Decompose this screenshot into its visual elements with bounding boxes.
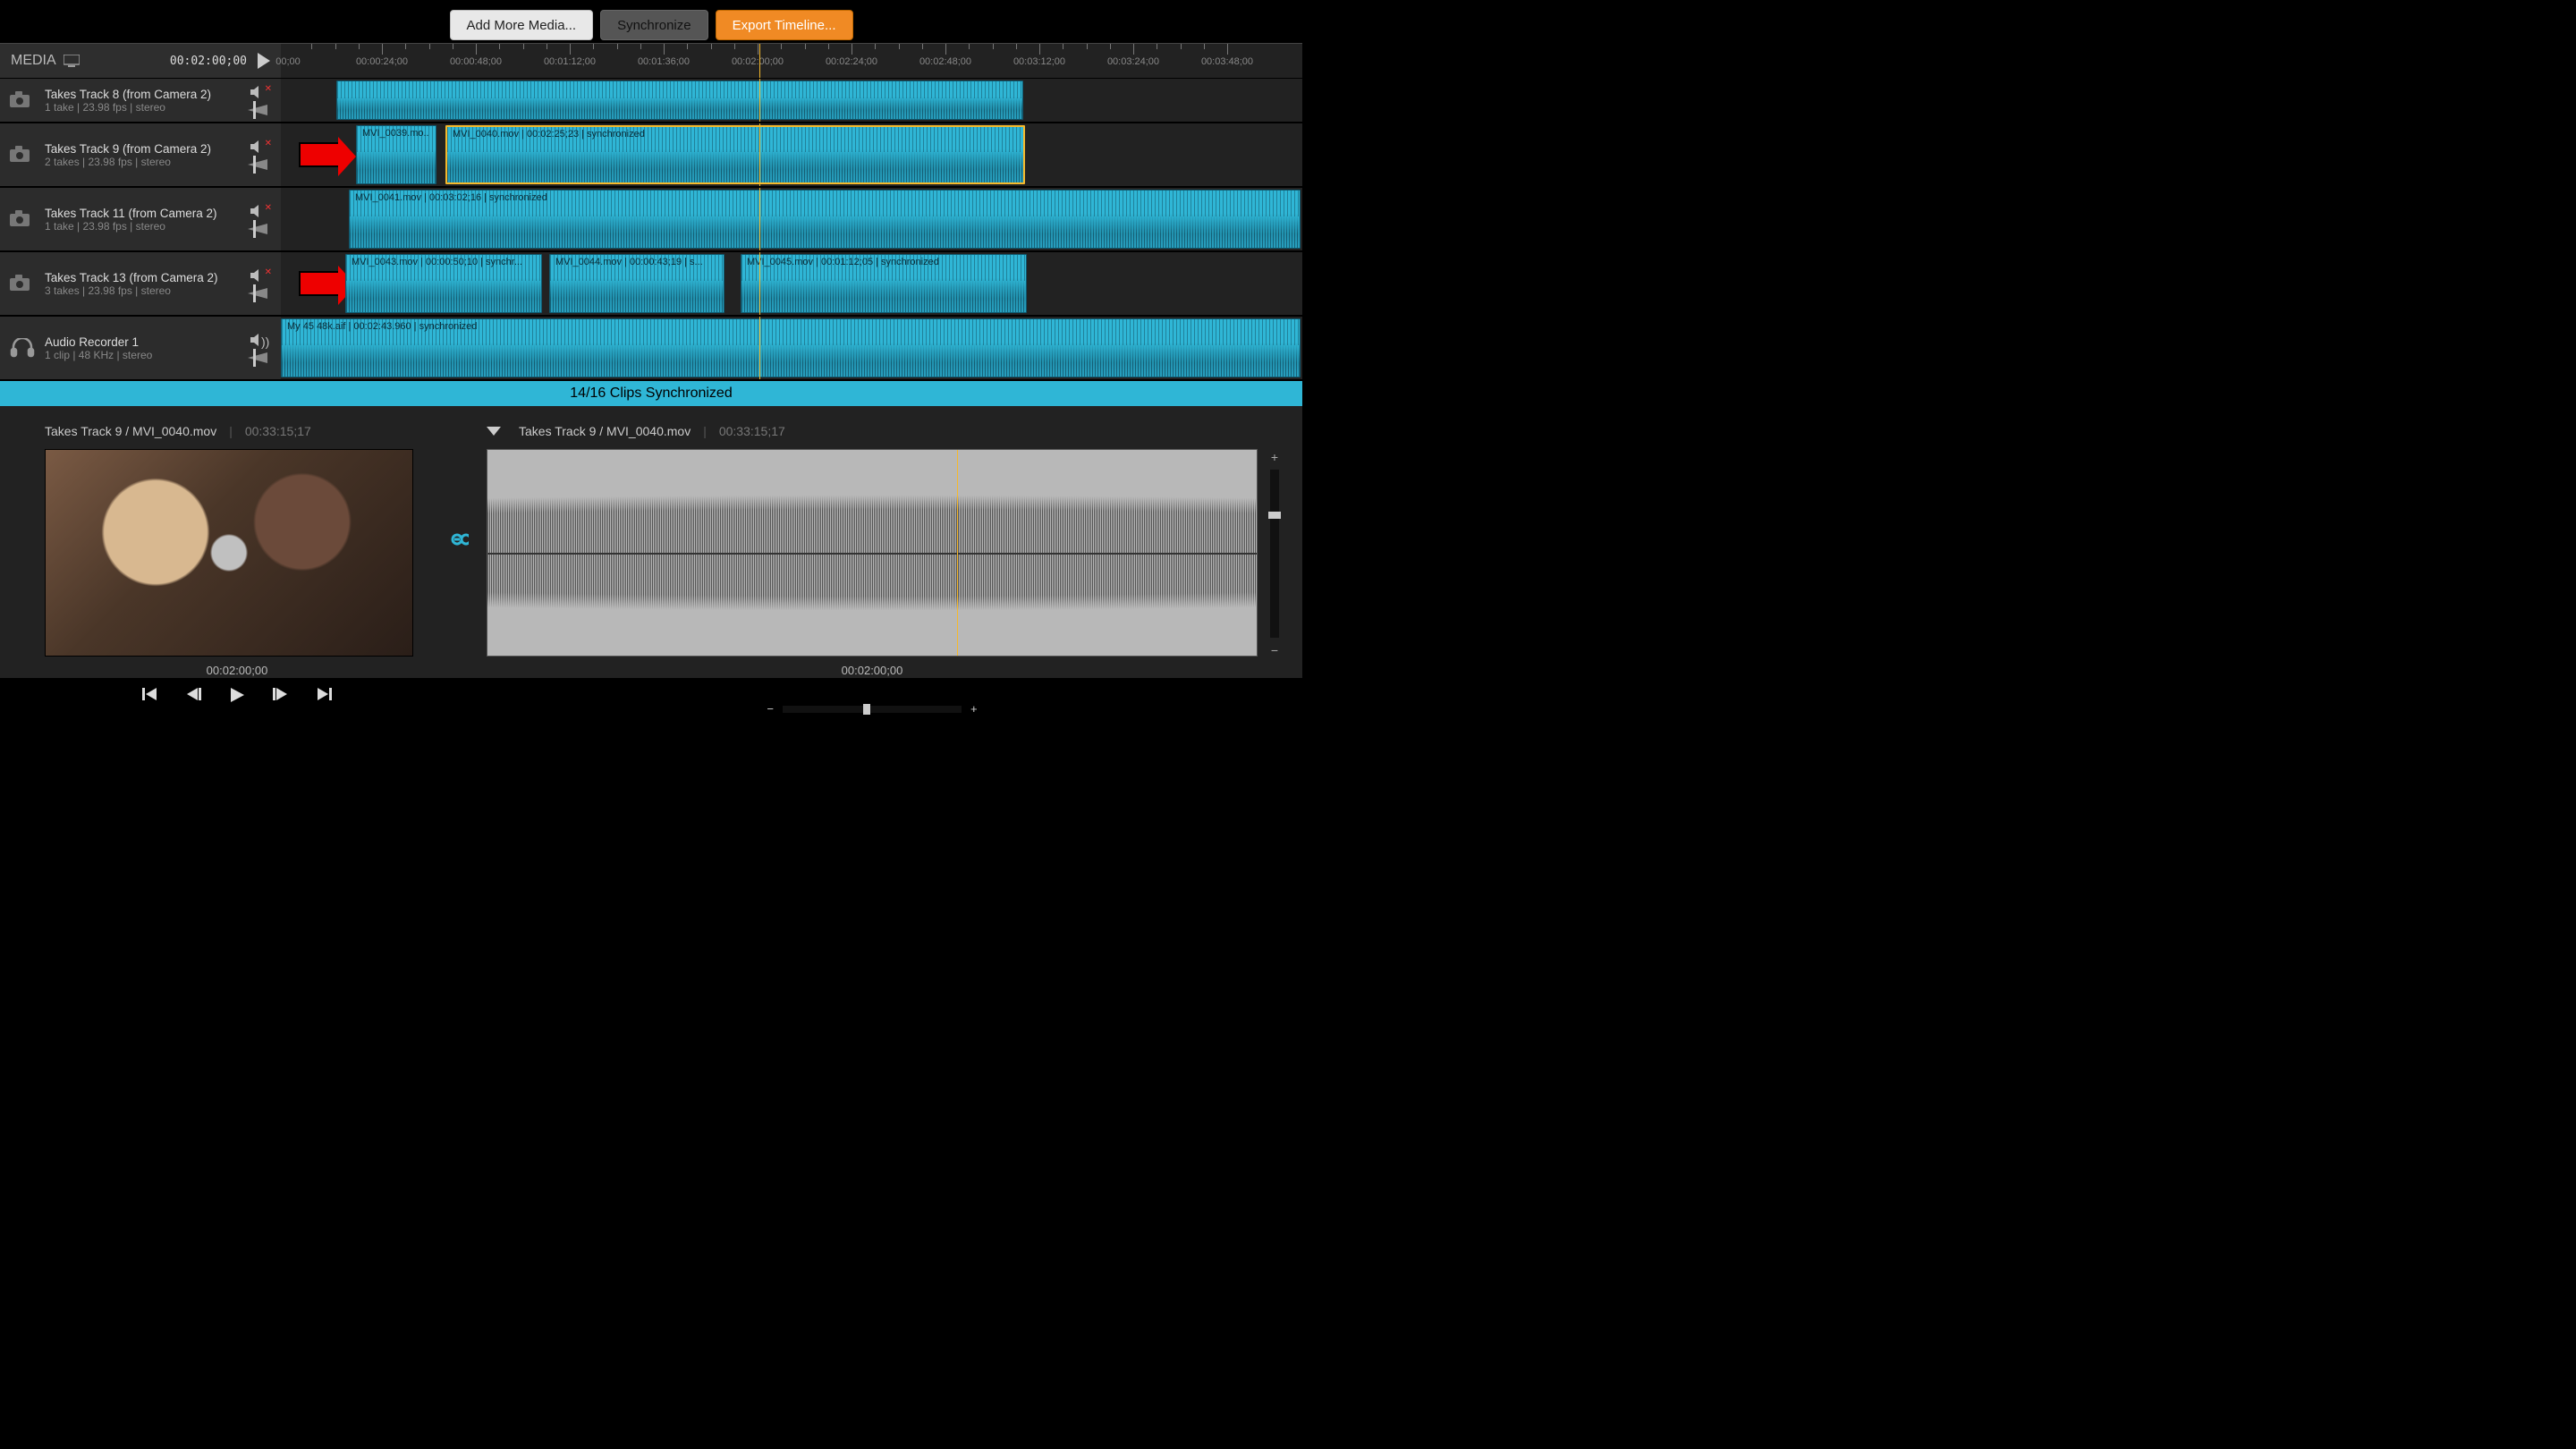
mute-icon[interactable]: ✕ [250, 205, 265, 220]
headphones-icon [9, 337, 36, 359]
track-subtitle: 1 take | 23.98 fps | stereo [45, 101, 234, 114]
clip[interactable]: MVI_0045.mov | 00:01:12;05 | synchronize… [741, 254, 1027, 313]
volume-slider[interactable] [248, 224, 267, 234]
zoom-in-v[interactable]: + [1271, 450, 1278, 464]
video-preview[interactable] [45, 449, 413, 657]
track-row: Takes Track 9 (from Camera 2)2 takes | 2… [0, 123, 1302, 188]
detail-title: Takes Track 9 / MVI_0040.mov [519, 424, 691, 438]
mute-icon[interactable]: ✕ [250, 269, 265, 284]
track-playhead[interactable] [759, 252, 760, 315]
link-icon[interactable] [445, 531, 469, 552]
step-fwd-button[interactable] [273, 686, 289, 707]
detail-playhead[interactable] [957, 450, 958, 656]
track-subtitle: 2 takes | 23.98 fps | stereo [45, 156, 234, 168]
track-header[interactable]: Takes Track 13 (from Camera 2)3 takes | … [0, 252, 281, 315]
track-header[interactable]: Takes Track 11 (from Camera 2)1 take | 2… [0, 188, 281, 250]
track-header[interactable]: Takes Track 8 (from Camera 2)1 take | 23… [0, 79, 281, 122]
camera-icon [9, 89, 36, 111]
clip[interactable]: MVI_0040.mov | 00:02:25;23 | synchronize… [445, 125, 1025, 184]
play-icon[interactable] [258, 53, 270, 69]
media-header-bar: MEDIA 00:02:00;00 00;0000:00:24;0000:00:… [0, 43, 1302, 79]
track-playhead[interactable] [759, 317, 760, 379]
volume-slider[interactable] [248, 105, 267, 115]
clip[interactable]: MVI_0044.mov | 00:00:43;19 | s... [549, 254, 724, 313]
track-subtitle: 1 clip | 48 KHz | stereo [45, 349, 234, 361]
track-header[interactable]: Takes Track 9 (from Camera 2)2 takes | 2… [0, 123, 281, 186]
vertical-zoom[interactable]: + − [1266, 450, 1284, 657]
track-lane[interactable]: My 45 48k.aif | 00:02:43.960 | synchroni… [281, 317, 1302, 379]
horizontal-zoom[interactable]: − + [487, 702, 1258, 716]
synchronize-button[interactable]: Synchronize [600, 10, 708, 40]
mute-icon[interactable]: ✕ [250, 140, 265, 156]
track-title: Audio Recorder 1 [45, 335, 234, 349]
track-playhead[interactable] [759, 123, 760, 186]
track-lane[interactable]: MVI_0041.mov | 00:03:02;16 | synchronize… [281, 188, 1302, 250]
annotation-arrow-icon [299, 271, 342, 296]
track-playhead[interactable] [759, 79, 760, 122]
vzoom-handle[interactable] [1268, 512, 1281, 519]
waveform-detail[interactable]: + − [487, 449, 1258, 657]
speaker-icon[interactable]: )) [250, 334, 265, 349]
track-subtitle: 1 take | 23.98 fps | stereo [45, 220, 234, 233]
volume-slider[interactable] [248, 159, 267, 170]
current-timecode: 00:02:00;00 [170, 55, 247, 68]
step-back-button[interactable] [185, 686, 201, 707]
track-row: Takes Track 11 (from Camera 2)1 take | 2… [0, 188, 1302, 252]
track-row: Takes Track 13 (from Camera 2)3 takes | … [0, 252, 1302, 317]
tracks-area: Takes Track 8 (from Camera 2)1 take | 23… [0, 79, 1302, 381]
zoom-out-h[interactable]: − [767, 702, 774, 716]
lower-pane: Takes Track 9 / MVI_0040.mov | 00:33:15;… [0, 406, 1302, 678]
clip[interactable]: MVI_0043.mov | 00:00:50;10 | synchr... [345, 254, 542, 313]
timeline-ruler[interactable]: 00;0000:00:24;0000:00:48;0000:01:12;0000… [281, 44, 1302, 78]
camera-icon [9, 273, 36, 294]
camera-icon [9, 208, 36, 230]
preview-title: Takes Track 9 / MVI_0040.mov [45, 424, 216, 438]
zoom-out-v[interactable]: − [1271, 643, 1278, 657]
clip[interactable] [336, 80, 1023, 120]
track-subtitle: 3 takes | 23.98 fps | stereo [45, 284, 234, 297]
track-lane[interactable] [281, 79, 1302, 122]
track-title: Takes Track 8 (from Camera 2) [45, 88, 234, 101]
track-row: Audio Recorder 11 clip | 48 KHz | stereo… [0, 317, 1302, 381]
monitor-icon [64, 55, 80, 67]
transport-controls [45, 686, 429, 707]
media-panel-label: MEDIA [11, 53, 80, 69]
skip-fwd-button[interactable] [316, 686, 332, 707]
collapse-icon[interactable] [487, 427, 501, 436]
detail-playhead-tc: 00:02:00;00 [487, 664, 1258, 677]
track-lane[interactable]: MVI_0039.mo..MVI_0040.mov | 00:02:25;23 … [281, 123, 1302, 186]
ruler-playhead[interactable] [759, 44, 760, 78]
zoom-in-h[interactable]: + [970, 702, 978, 716]
annotation-arrow-icon [299, 142, 342, 167]
clip[interactable]: MVI_0041.mov | 00:03:02;16 | synchronize… [349, 190, 1301, 249]
top-toolbar: Add More Media... Synchronize Export Tim… [0, 0, 1302, 43]
mute-icon[interactable]: ✕ [250, 86, 265, 101]
detail-tc-in: 00:33:15;17 [719, 424, 785, 438]
track-lane[interactable]: MVI_0043.mov | 00:00:50;10 | synchr...MV… [281, 252, 1302, 315]
hzoom-handle[interactable] [863, 704, 870, 715]
track-title: Takes Track 13 (from Camera 2) [45, 271, 234, 284]
track-title: Takes Track 9 (from Camera 2) [45, 142, 234, 156]
clip[interactable]: MVI_0039.mo.. [356, 125, 436, 184]
preview-tc-in: 00:33:15;17 [245, 424, 311, 438]
sync-status-bar: 14/16 Clips Synchronized [0, 381, 1302, 406]
track-title: Takes Track 11 (from Camera 2) [45, 207, 234, 220]
play-button[interactable] [228, 686, 246, 707]
track-header[interactable]: Audio Recorder 11 clip | 48 KHz | stereo… [0, 317, 281, 379]
volume-slider[interactable] [248, 288, 267, 299]
export-timeline-button[interactable]: Export Timeline... [716, 10, 853, 40]
clip[interactable]: My 45 48k.aif | 00:02:43.960 | synchroni… [281, 318, 1301, 377]
preview-playhead-tc: 00:02:00;00 [45, 664, 429, 677]
track-row: Takes Track 8 (from Camera 2)1 take | 23… [0, 79, 1302, 123]
skip-back-button[interactable] [142, 686, 158, 707]
track-playhead[interactable] [759, 188, 760, 250]
camera-icon [9, 144, 36, 165]
volume-slider[interactable] [248, 352, 267, 363]
add-media-button[interactable]: Add More Media... [450, 10, 594, 40]
